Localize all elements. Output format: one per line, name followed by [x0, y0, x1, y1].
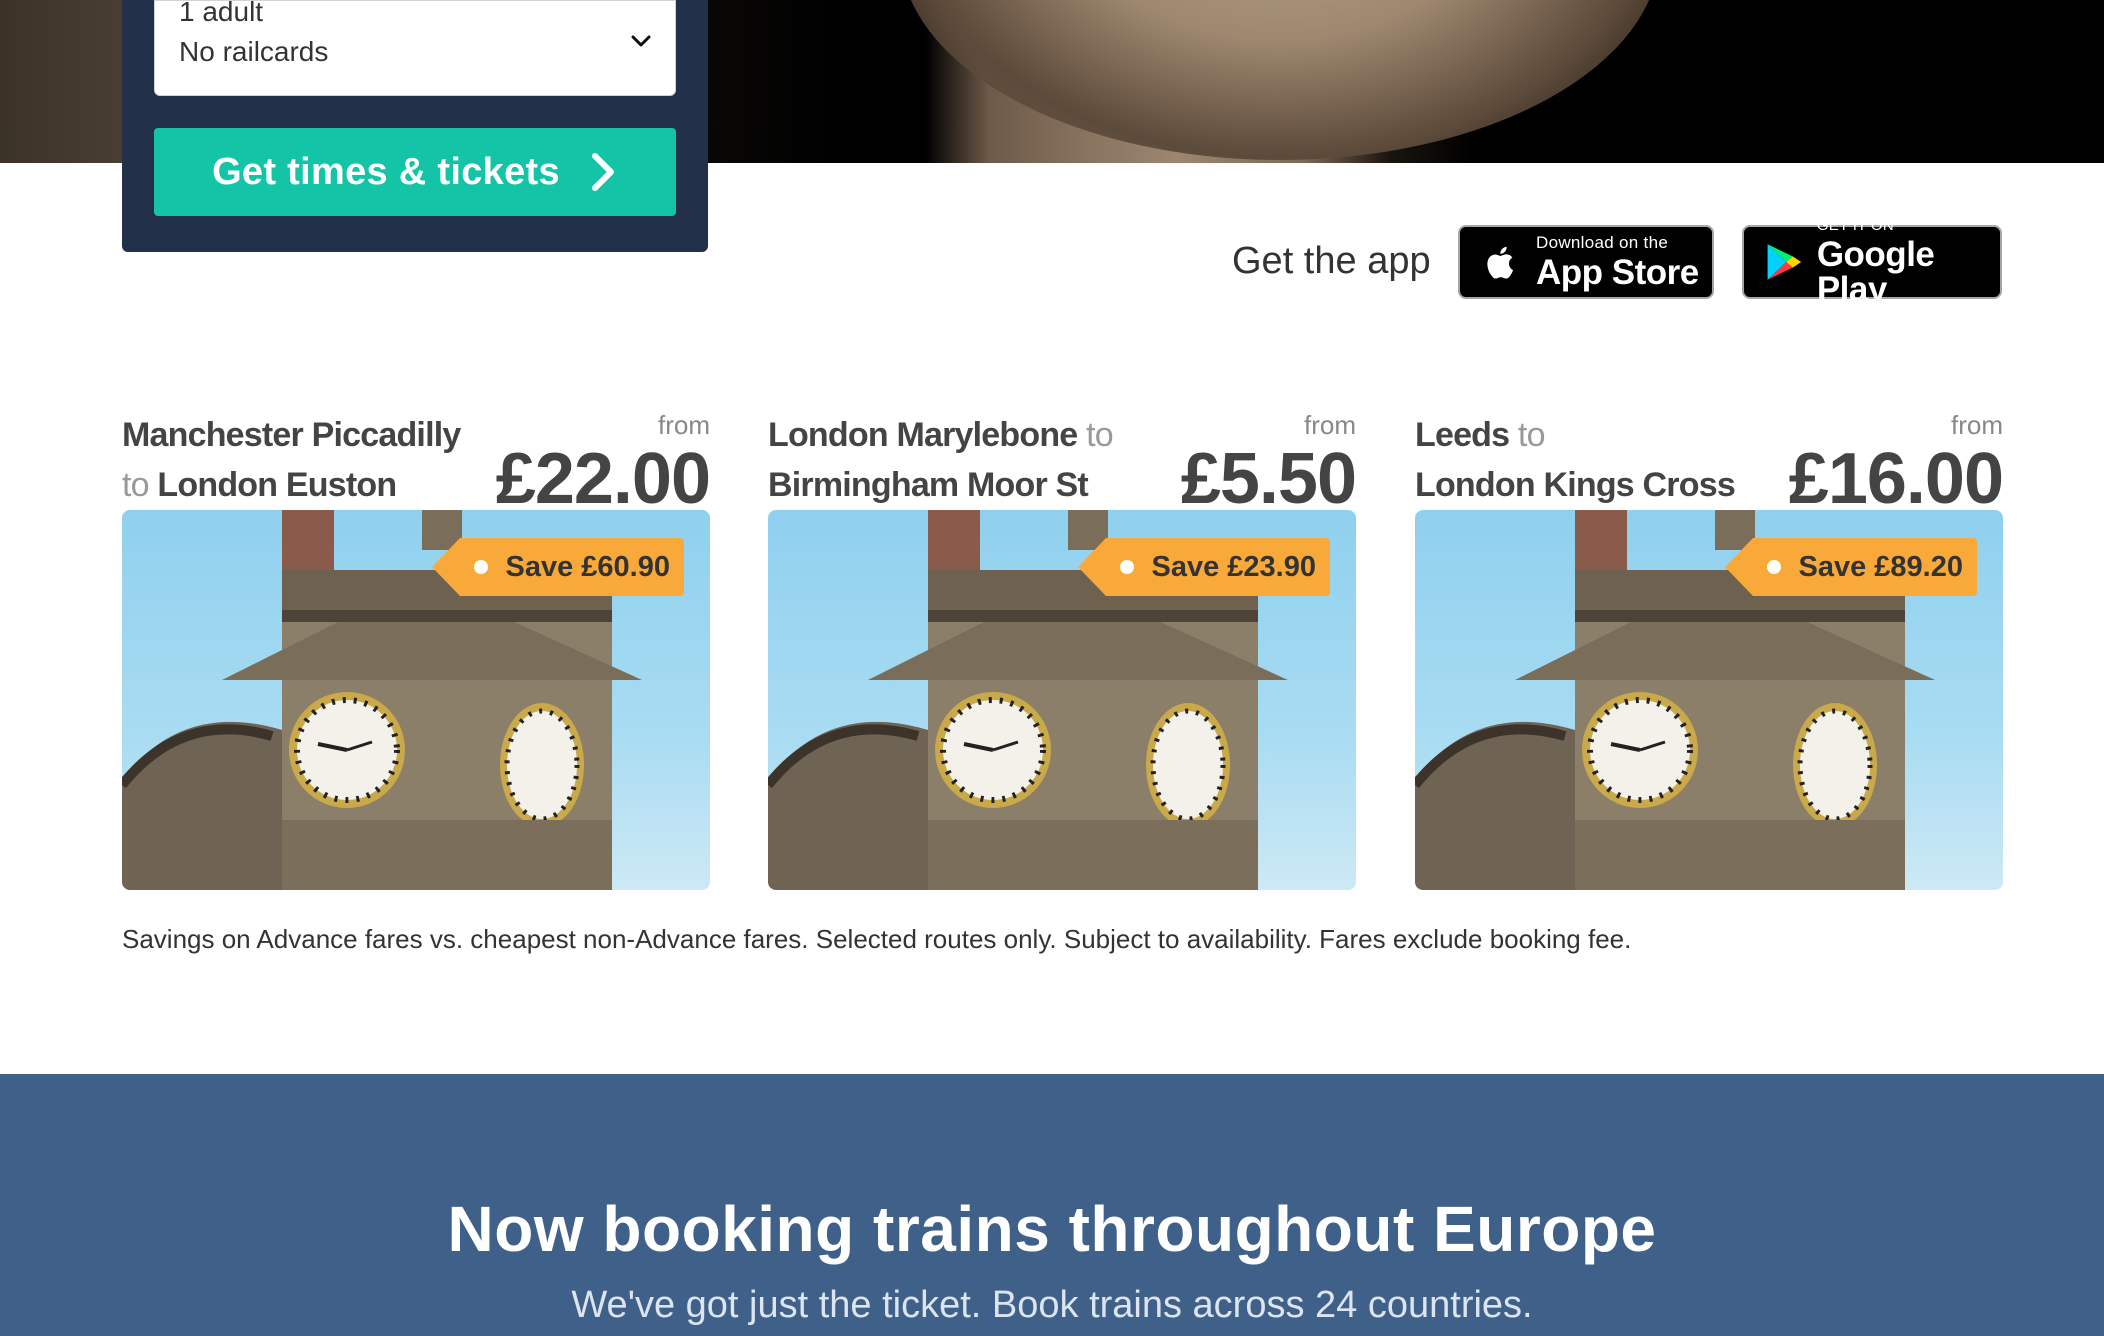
tag-hole-icon — [473, 560, 488, 574]
route-connector: to — [122, 466, 150, 504]
cta-label: Get times & tickets — [212, 150, 560, 193]
deal-card[interactable]: Manchester Piccadilly to London Euston f… — [122, 410, 711, 890]
europe-banner: Now booking trains throughout Europe We'… — [0, 1074, 2104, 1336]
savings-text: Save £89.20 — [1798, 550, 1963, 583]
savings-badge: Save £89.20 — [1724, 538, 1977, 596]
route-connector: to — [1086, 416, 1114, 454]
deal-price: £22.00 — [495, 439, 711, 519]
tag-hole-icon — [1119, 560, 1134, 574]
google-play-icon — [1767, 244, 1802, 280]
get-times-tickets-button[interactable]: Get times & tickets — [154, 128, 676, 216]
google-play-badge[interactable]: GET IT ON Google Play — [1742, 218, 2002, 307]
europe-subtitle: We've got just the ticket. Book trains a… — [571, 1284, 1533, 1326]
app-store-big-text: App Store — [1536, 253, 1699, 292]
origin-station: Manchester Piccadilly — [122, 416, 461, 454]
route-name: Manchester Piccadilly to London Euston — [122, 410, 482, 510]
savings-badge: Save £23.90 — [1077, 538, 1330, 596]
from-label: from — [1951, 410, 2003, 440]
clock-tower-photo: Save £60.90 — [122, 510, 710, 890]
deal-price: £5.50 — [1180, 439, 1357, 519]
destination-station: Birmingham Moor St — [768, 466, 1089, 504]
apple-icon — [1487, 246, 1514, 279]
deal-price: £16.00 — [1788, 439, 2004, 519]
app-store-badge[interactable]: Download on the App Store — [1458, 225, 1714, 299]
deal-card[interactable]: Leeds to London Kings Cross from £16.00 — [1415, 410, 2004, 890]
tag-hole-icon — [1766, 560, 1781, 574]
route-name: Leeds to London Kings Cross — [1415, 410, 1775, 510]
route-connector: to — [1517, 416, 1546, 454]
railcard-summary: No railcards — [179, 36, 329, 67]
fares-disclaimer: Savings on Advance fares vs. cheapest no… — [122, 924, 1632, 954]
savings-badge: Save £60.90 — [431, 538, 684, 596]
savings-text: Save £60.90 — [505, 550, 670, 583]
origin-station: Leeds — [1415, 416, 1510, 454]
savings-text: Save £23.90 — [1151, 550, 1316, 583]
clock-tower-photo: Save £23.90 — [768, 510, 1356, 890]
passenger-count: 1 adult — [179, 0, 264, 27]
hero-photo-subject — [900, 0, 1660, 160]
get-app-label: Get the app — [1232, 240, 1431, 282]
passenger-select[interactable]: 1 adult No railcards — [154, 0, 676, 96]
clock-tower-photo: Save £89.20 — [1415, 510, 2003, 890]
from-label: from — [658, 410, 710, 440]
google-play-small-text: GET IT ON — [1816, 216, 1894, 234]
deal-card[interactable]: London Marylebone to Birmingham Moor St … — [768, 410, 1357, 890]
route-name: London Marylebone to Birmingham Moor St — [768, 410, 1128, 510]
from-label: from — [1304, 410, 1356, 440]
chevron-down-icon — [631, 35, 651, 47]
europe-title: Now booking trains throughout Europe — [447, 1193, 1657, 1265]
app-store-small-text: Download on the — [1536, 233, 1669, 252]
destination-station: London Kings Cross — [1415, 466, 1736, 504]
journey-search-panel: 1 adult No railcards Get times & tickets — [122, 0, 708, 252]
origin-station: London Marylebone — [768, 416, 1078, 454]
google-play-big-text: Google Play — [1816, 234, 1935, 309]
chevron-right-icon — [591, 153, 614, 191]
destination-station: London Euston — [157, 466, 397, 504]
